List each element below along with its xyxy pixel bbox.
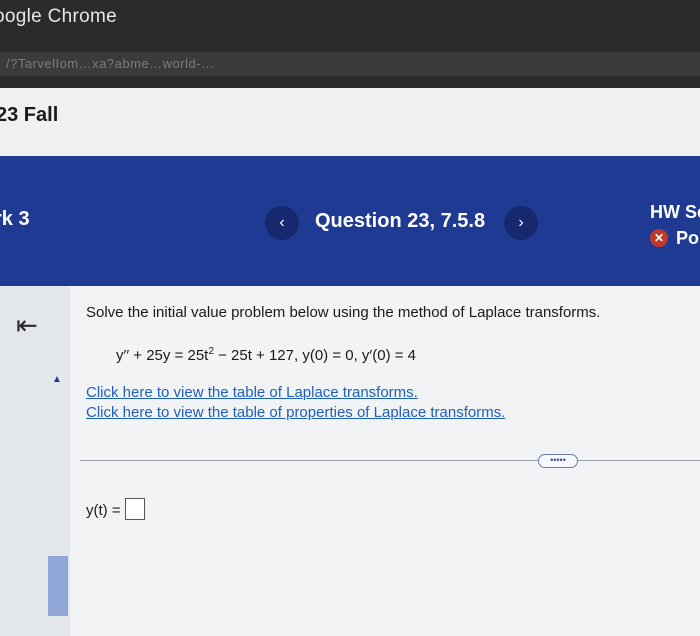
answer-input[interactable] — [124, 498, 145, 520]
section-divider — [80, 460, 700, 461]
laplace-table-link[interactable]: Click here to view the table of Laplace … — [86, 384, 418, 401]
homework-title: rk 3 — [0, 208, 30, 230]
equation-part2: − 25t + 127, y(0) = 0, y′(0) = 4 — [213, 347, 417, 364]
collapse-sidebar-icon[interactable]: ⇤ — [16, 310, 38, 341]
answer-label: y(t) = — [86, 502, 121, 519]
scroll-up-icon[interactable]: ▲ — [52, 374, 62, 385]
course-header: 23 Fall — [0, 88, 700, 157]
previous-question-button[interactable]: ‹ — [265, 206, 299, 240]
left-sidebar: ⇤ ▲ — [0, 286, 70, 636]
next-question-button[interactable]: › — [504, 206, 538, 240]
app-title: oogle Chrome — [0, 6, 117, 27]
differential-equation: y′′ + 25y = 25t2 − 25t + 127, y(0) = 0, … — [116, 346, 416, 364]
question-title: Question 23, 7.5.8 — [315, 210, 486, 232]
equation-part1: y′′ + 25y = 25t — [116, 347, 209, 364]
laplace-properties-link[interactable]: Click here to view the table of properti… — [86, 404, 505, 421]
incorrect-icon: ✕ — [650, 229, 668, 247]
question-nav-bar: rk 3 ‹ Question 23, 7.5.8 › HW Sc ✕ Po — [0, 156, 700, 286]
question-prompt: Solve the initial value problem below us… — [86, 304, 601, 321]
answer-row: y(t) = — [86, 498, 145, 520]
address-bar[interactable]: /?TarvelIom…xa?abme…world-… — [0, 52, 700, 76]
scrollbar-thumb[interactable] — [48, 556, 68, 616]
browser-titlebar: oogle Chrome /?TarvelIom…xa?abme…world-… — [0, 0, 700, 88]
question-content: ⇤ ▲ Solve the initial value problem belo… — [0, 286, 700, 636]
course-term: 23 Fall — [0, 104, 59, 126]
points-row: ✕ Po — [650, 228, 699, 249]
points-label: Po — [676, 228, 700, 248]
expand-more-button[interactable]: ••••• — [538, 454, 578, 468]
hw-score-label: HW Sc — [650, 202, 700, 222]
